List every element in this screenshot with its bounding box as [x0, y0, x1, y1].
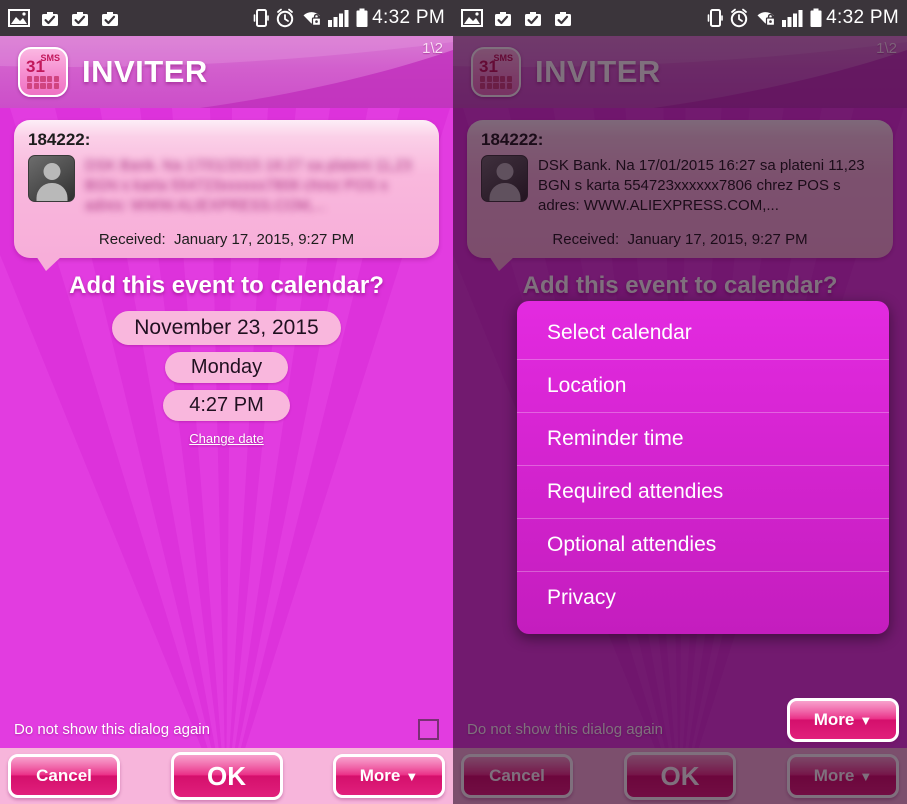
chevron-down-icon: ▼ — [859, 712, 873, 728]
event-date-pill[interactable]: November 23, 2015 — [112, 311, 341, 346]
more-button[interactable]: More ▼ — [787, 754, 899, 798]
do-not-show-row[interactable]: Do not show this dialog again — [0, 710, 453, 748]
page-indicator: 1\2 — [422, 40, 443, 57]
dialog-button-bar: Cancel OK More ▼ — [453, 748, 907, 804]
cancel-button-label: Cancel — [489, 766, 545, 785]
alarm-icon — [276, 8, 294, 28]
battery-icon — [810, 8, 822, 27]
alarm-icon — [730, 8, 748, 28]
wifi-secure-icon — [303, 12, 322, 27]
do-not-show-label: Do not show this dialog again — [467, 720, 663, 738]
sms-message-bubble: 184222: DSK Bank. Na 17/01/2015 16:27 sa… — [14, 120, 439, 272]
dialog-button-bar: Cancel OK More ▼ — [0, 748, 453, 804]
dialog-content-area: 184222: DSK Bank. Na 17/01/2015 16:27 sa… — [0, 108, 453, 748]
vibrate-icon — [253, 9, 269, 27]
menu-item-select-calendar[interactable]: Select calendar — [517, 307, 889, 360]
chevron-down-icon: ▼ — [859, 768, 873, 784]
ok-button-label: OK — [207, 760, 246, 791]
app-header: 31 SMS INVITER 1\2 — [453, 36, 907, 108]
page-indicator: 1\2 — [876, 40, 897, 57]
sms-received-timestamp: Received: January 17, 2015, 9:27 PM — [481, 231, 879, 248]
cancel-button[interactable]: Cancel — [461, 754, 573, 798]
app-logo-icon: 31 SMS — [471, 47, 521, 97]
dialog-prompt: Add this event to calendar? — [522, 272, 838, 300]
menu-item-optional-attendies[interactable]: Optional attendies — [517, 519, 889, 572]
more-button-label: More — [813, 710, 855, 729]
menu-item-reminder-time[interactable]: Reminder time — [517, 413, 889, 466]
signal-bars-icon — [328, 10, 349, 27]
bubble-tail — [36, 256, 62, 272]
status-bar-left-icons — [8, 9, 120, 28]
wifi-secure-icon — [757, 12, 776, 27]
app-header: 31 SMS INVITER 1\2 — [0, 36, 453, 108]
received-label: Received: — [552, 231, 620, 249]
sms-bubble-wrapper: 184222: DSK Bank. Na 17/01/2015 16:27 sa… — [453, 108, 907, 272]
ok-button[interactable]: OK — [170, 752, 283, 800]
image-icon — [8, 9, 30, 27]
vibrate-icon — [707, 9, 723, 27]
image-icon — [461, 9, 483, 27]
ok-button-label: OK — [660, 760, 700, 791]
briefcase-check-icon — [525, 11, 541, 26]
more-button-label: More — [813, 766, 855, 785]
ok-button[interactable]: OK — [624, 752, 736, 800]
avatar — [481, 155, 528, 202]
cancel-button[interactable]: Cancel — [8, 754, 120, 798]
logo-sms-label: SMS — [40, 53, 60, 63]
received-value: January 17, 2015, 9:27 PM — [173, 231, 355, 249]
cancel-button-label: Cancel — [36, 766, 92, 785]
phone-screen-right: 4:32 PM 31 SMS INVITER 1\2 184222: DSK B… — [453, 0, 907, 804]
do-not-show-checkbox[interactable] — [418, 718, 439, 740]
phone-screen-left: 4:32 PM 31 SMS INVITER 1\2 184222: DSK B… — [0, 0, 453, 804]
sms-bubble-wrapper: 184222: DSK Bank. Na 17/01/2015 16:27 sa… — [0, 108, 453, 272]
page-title: INVITER — [535, 54, 661, 89]
briefcase-check-icon — [495, 11, 511, 26]
briefcase-check-icon — [42, 11, 58, 26]
dual-screenshot-container: 4:32 PM 31 SMS INVITER 1\2 184222: DSK B… — [0, 0, 907, 804]
dialog-prompt: Add this event to calendar? — [69, 272, 384, 300]
sms-received-timestamp: Received: January 17, 2015, 9:27 PM — [28, 231, 425, 248]
do-not-show-label: Do not show this dialog again — [14, 720, 210, 738]
sms-body-text: DSK Bank. Na 17/01/2015 16:27 sa plateni… — [538, 157, 865, 214]
avatar — [28, 155, 75, 202]
status-bar-left-icons — [461, 9, 573, 28]
event-fields: November 23, 2015 Monday 4:27 PM Change … — [0, 311, 453, 448]
logo-sms-label: SMS — [493, 53, 513, 63]
more-button[interactable]: More ▼ — [787, 698, 899, 742]
sms-sender: 184222: — [481, 130, 544, 149]
event-day-pill[interactable]: Monday — [164, 352, 289, 384]
briefcase-check-icon — [555, 11, 571, 26]
bubble-tail — [489, 256, 515, 272]
logo-calendar-grid — [27, 76, 59, 89]
menu-item-location[interactable]: Location — [517, 360, 889, 413]
briefcase-check-icon — [72, 11, 88, 26]
briefcase-check-icon — [102, 11, 118, 26]
sms-sender: 184222: — [28, 130, 91, 149]
logo-calendar-grid — [480, 76, 512, 89]
app-logo-icon: 31 SMS — [18, 47, 68, 97]
sms-message-bubble: 184222: DSK Bank. Na 17/01/2015 16:27 sa… — [467, 120, 893, 272]
status-bar-right-icons — [253, 8, 368, 28]
menu-item-privacy[interactable]: Privacy — [517, 572, 889, 624]
chevron-down-icon: ▼ — [405, 768, 419, 784]
sms-body-text: DSK Bank. Na 17/01/2015 16:27 sa plateni… — [85, 157, 412, 214]
more-dropdown-menu: Select calendar Location Reminder time R… — [517, 301, 889, 634]
more-button-label: More — [359, 766, 401, 785]
status-bar-clock: 4:32 PM — [826, 7, 899, 28]
page-title: INVITER — [82, 54, 208, 89]
battery-icon — [356, 8, 368, 27]
change-date-link[interactable]: Change date — [189, 431, 263, 446]
menu-item-required-attendies[interactable]: Required attendies — [517, 466, 889, 519]
status-bar-right-icons — [707, 8, 822, 28]
signal-bars-icon — [782, 10, 803, 27]
received-label: Received: — [98, 231, 166, 249]
status-bar-clock: 4:32 PM — [372, 7, 445, 28]
event-time-pill[interactable]: 4:27 PM — [163, 390, 290, 422]
received-value: January 17, 2015, 9:27 PM — [627, 231, 808, 249]
status-bar: 4:32 PM — [0, 0, 453, 36]
more-button-highlighted-wrapper: More ▼ — [787, 698, 899, 742]
status-bar: 4:32 PM — [453, 0, 907, 36]
more-button[interactable]: More ▼ — [333, 754, 445, 798]
